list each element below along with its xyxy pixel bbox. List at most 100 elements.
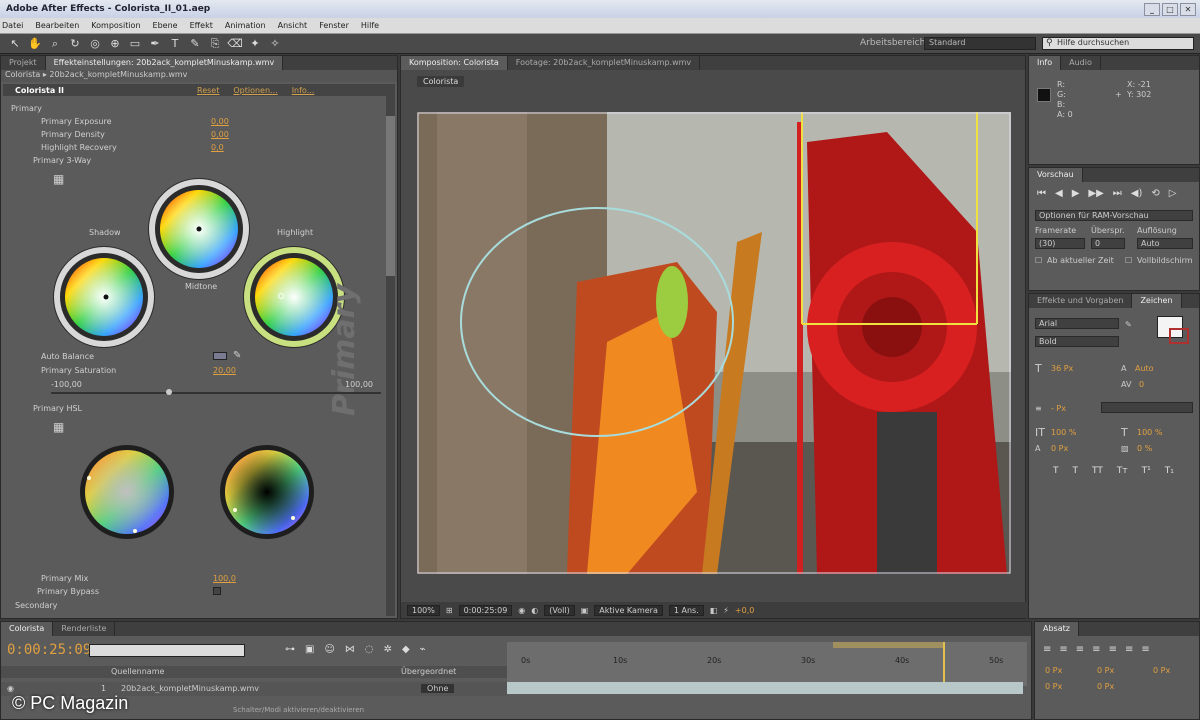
tab-preview[interactable]: Vorschau [1029,168,1083,182]
grid-icon[interactable]: ⊞ [446,606,453,615]
roto-tool-icon[interactable]: ✦ [248,37,262,51]
tab-project[interactable]: Projekt [1,56,46,70]
menu-effekt[interactable]: Effekt [190,21,213,30]
saturation-value[interactable]: 20,00 [213,366,236,375]
tab-footage[interactable]: Footage: 20b2ack_kompletMinuskamp.wmv [508,56,701,70]
font-style-select[interactable]: Bold [1035,336,1119,347]
frame-blending-icon[interactable]: ⋈ [345,644,355,655]
indent-first-value[interactable]: 0 Px [1153,666,1170,675]
menu-ebene[interactable]: Ebene [153,21,178,30]
loop-icon[interactable]: ⟲ [1151,188,1159,199]
hsl-label[interactable]: Primary HSL [33,404,82,413]
motion-blur-icon[interactable]: ◌ [365,644,374,655]
next-frame-icon[interactable]: ▶▶ [1088,188,1103,199]
tab-timeline-colorista[interactable]: Colorista [1,622,54,636]
current-time-indicator[interactable] [943,642,945,686]
layer-name[interactable]: 20b2ack_kompletMinuskamp.wmv [121,684,259,693]
tab-effect-controls[interactable]: Effekteinstellungen: 20b2ack_kompletMinu… [45,56,284,70]
menu-hilfe[interactable]: Hilfe [361,21,379,30]
help-search-input[interactable]: Hilfe durchsuchen [1042,37,1194,50]
clone-tool-icon[interactable]: ⎘ [208,37,222,51]
last-frame-icon[interactable]: ⏭ [1113,188,1122,199]
pan-behind-tool-icon[interactable]: ⊕ [108,37,122,51]
visibility-icon[interactable]: ◉ [7,684,14,693]
workspace-select[interactable]: Standard [924,37,1036,50]
parent-select[interactable]: Ohne [421,684,455,693]
text-tool-icon[interactable]: T [168,37,182,51]
tab-effects-presets[interactable]: Effekte und Vorgaben [1029,294,1133,308]
effect-name[interactable]: Colorista II [3,86,197,95]
mask-tool-icon[interactable]: ▭ [128,37,142,51]
maximize-icon[interactable]: □ [1162,2,1178,16]
draft-3d-icon[interactable]: ▣ [305,644,314,655]
hsl-calculator-icon[interactable]: ▦ [53,420,64,434]
threeway-label[interactable]: Primary 3-Way [33,156,91,165]
views-select[interactable]: 1 Ans. [668,604,704,616]
menu-fenster[interactable]: Fenster [319,21,349,30]
small-caps-icon[interactable]: Tт [1117,466,1128,476]
horizontal-scale-value[interactable]: 100 % [1137,428,1162,437]
auto-keyframe-icon[interactable]: ◆ [402,644,410,655]
menu-bearbeiten[interactable]: Bearbeiten [35,21,79,30]
primary-group[interactable]: Primary [11,104,42,113]
space-before-value[interactable]: 0 Px [1045,682,1062,691]
density-value[interactable]: 0,00 [211,130,229,139]
subscript-icon[interactable]: T₁ [1165,466,1174,476]
switch-modes-label[interactable]: Schalter/Modi aktivieren/deaktivieren [233,706,364,714]
tsume-value[interactable]: 0 % [1137,444,1152,453]
stroke-color-swatch[interactable] [1169,328,1189,344]
autobalance-swatch[interactable] [213,352,227,360]
pen-tool-icon[interactable]: ✒ [148,37,162,51]
zoom-select[interactable]: 100% [407,604,440,616]
midtone-wheel[interactable] [146,176,252,282]
space-after-value[interactable]: 0 Px [1097,682,1114,691]
work-area-bar[interactable] [833,642,943,648]
justify-center-icon[interactable]: ≡ [1109,644,1117,655]
composition-viewer[interactable] [417,112,1011,574]
exposure-value[interactable]: 0,00 [211,117,229,126]
exposure-offset[interactable]: +0,0 [735,606,754,615]
shy-layers-icon[interactable]: ☺ [324,644,334,655]
eraser-tool-icon[interactable]: ⌫ [227,37,243,51]
bypass-checkbox[interactable] [213,587,221,595]
composition-name[interactable]: Colorista [417,76,465,87]
menu-datei[interactable]: Datei [2,21,23,30]
skip-field[interactable]: 0 [1091,238,1125,249]
timeline-search-input[interactable] [89,644,245,657]
hsl-luma-wheel[interactable] [219,444,315,540]
baseline-value[interactable]: 0 Px [1051,444,1068,453]
tab-render-queue[interactable]: Renderliste [53,622,116,636]
color-icon[interactable]: ◐ [531,606,538,615]
audio-icon[interactable]: ◀) [1131,188,1143,199]
menu-animation[interactable]: Animation [225,21,266,30]
align-center-icon[interactable]: ≡ [1059,644,1067,655]
tab-composition[interactable]: Komposition: Colorista [401,56,508,70]
shadow-wheel[interactable] [51,244,157,350]
stroke-width-value[interactable]: - Px [1051,404,1066,413]
brainstorm-icon[interactable]: ✲ [384,644,392,655]
rotate-tool-icon[interactable]: ↻ [68,37,82,51]
tab-info[interactable]: Info [1029,56,1062,70]
menu-ansicht[interactable]: Ansicht [278,21,308,30]
camera-select[interactable]: Aktive Kamera [594,604,663,616]
prev-frame-icon[interactable]: ◀ [1055,188,1063,199]
zoom-tool-icon[interactable]: ⌕ [48,37,62,51]
superscript-icon[interactable]: T¹ [1142,466,1151,476]
saturation-slider[interactable] [51,392,381,394]
from-current-checkbox[interactable]: ☐ [1035,256,1042,265]
fullscreen-checkbox[interactable]: ☐ [1125,256,1132,265]
secondary-group[interactable]: Secondary [15,601,57,610]
ram-preview-icon[interactable]: ▷ [1169,188,1177,199]
resolution-select[interactable]: Auto [1137,238,1193,249]
snapshot-icon[interactable]: ◉ [518,606,525,615]
calculator-icon[interactable]: ▦ [53,172,64,186]
options-link[interactable]: Optionen... [233,86,277,95]
font-select[interactable]: Arial [1035,318,1119,329]
timeline-timecode[interactable]: 0:00:25:09 [7,642,91,658]
framerate-select[interactable]: (30) [1035,238,1085,249]
align-left-icon[interactable]: ≡ [1043,644,1051,655]
minimize-icon[interactable]: _ [1144,2,1160,16]
menu-komposition[interactable]: Komposition [91,21,140,30]
mix-value[interactable]: 100,0 [213,574,236,583]
justify-right-icon[interactable]: ≡ [1125,644,1133,655]
